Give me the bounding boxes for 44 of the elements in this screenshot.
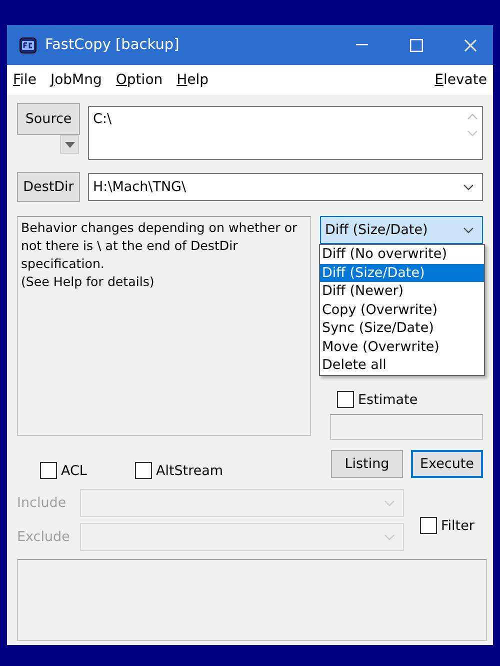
- destination-field[interactable]: H:\Mach\TNG\: [88, 173, 483, 201]
- dropdown-option[interactable]: Sync (Size/Date): [320, 319, 484, 338]
- menu-item[interactable]: Option: [116, 72, 163, 88]
- execute-button[interactable]: Execute: [411, 450, 483, 478]
- chevron-down-icon: [384, 500, 395, 506]
- app-icon: [19, 36, 37, 54]
- checkbox-label: AltStream: [156, 462, 224, 478]
- checkbox-label: ACL: [61, 462, 87, 478]
- minimize-icon[interactable]: [356, 44, 368, 46]
- menu-item[interactable]: Elevate: [434, 72, 487, 88]
- dropdown-button[interactable]: [60, 135, 79, 154]
- dropdown-option[interactable]: Delete all: [320, 356, 484, 374]
- menu-item[interactable]: File: [13, 72, 36, 88]
- menu-item[interactable]: Help: [176, 72, 209, 88]
- mode-dropdown[interactable]: Diff (Size/Date): [320, 216, 483, 244]
- dropdown-option[interactable]: Diff (Newer): [320, 282, 484, 300]
- close-icon[interactable]: [464, 38, 476, 52]
- filter-field[interactable]: [80, 523, 404, 551]
- checkbox[interactable]: [337, 391, 354, 408]
- filter-field[interactable]: [80, 489, 404, 517]
- filter-label: Include: [17, 495, 68, 511]
- checkbox[interactable]: [420, 517, 437, 534]
- checkbox[interactable]: [134, 462, 152, 479]
- caret-icon: [64, 142, 74, 148]
- dropdown-option[interactable]: Diff (No overwrite): [320, 245, 484, 264]
- dropdown-option[interactable]: Diff (Size/Date): [320, 264, 484, 282]
- window-title: FastCopy [backup]: [45, 37, 180, 53]
- description-text: Behavior changes depending on whether or not there is \ at the end of DestDir specification. (See Help for details): [17, 216, 311, 436]
- destdir-button[interactable]: DestDir: [17, 172, 80, 202]
- menu-item[interactable]: JobMng: [50, 72, 102, 88]
- chevron-down-icon: [463, 184, 474, 190]
- filter-label: Exclude: [17, 529, 71, 545]
- source-field[interactable]: C:\: [88, 106, 483, 160]
- source-button[interactable]: Source: [17, 103, 80, 135]
- chevron-down-icon: [384, 534, 395, 540]
- chevron-down-icon: [463, 226, 474, 234]
- listing-button[interactable]: Listing: [331, 450, 403, 478]
- scroll-down-icon: [467, 130, 478, 137]
- dropdown-option[interactable]: Copy (Overwrite): [320, 300, 484, 319]
- maximize-icon[interactable]: [410, 38, 422, 52]
- checkbox-label: Filter: [441, 518, 474, 534]
- checkbox-label: Estimate: [358, 392, 418, 408]
- dropdown-option[interactable]: Move (Overwrite): [320, 338, 484, 356]
- checkbox[interactable]: [40, 462, 57, 479]
